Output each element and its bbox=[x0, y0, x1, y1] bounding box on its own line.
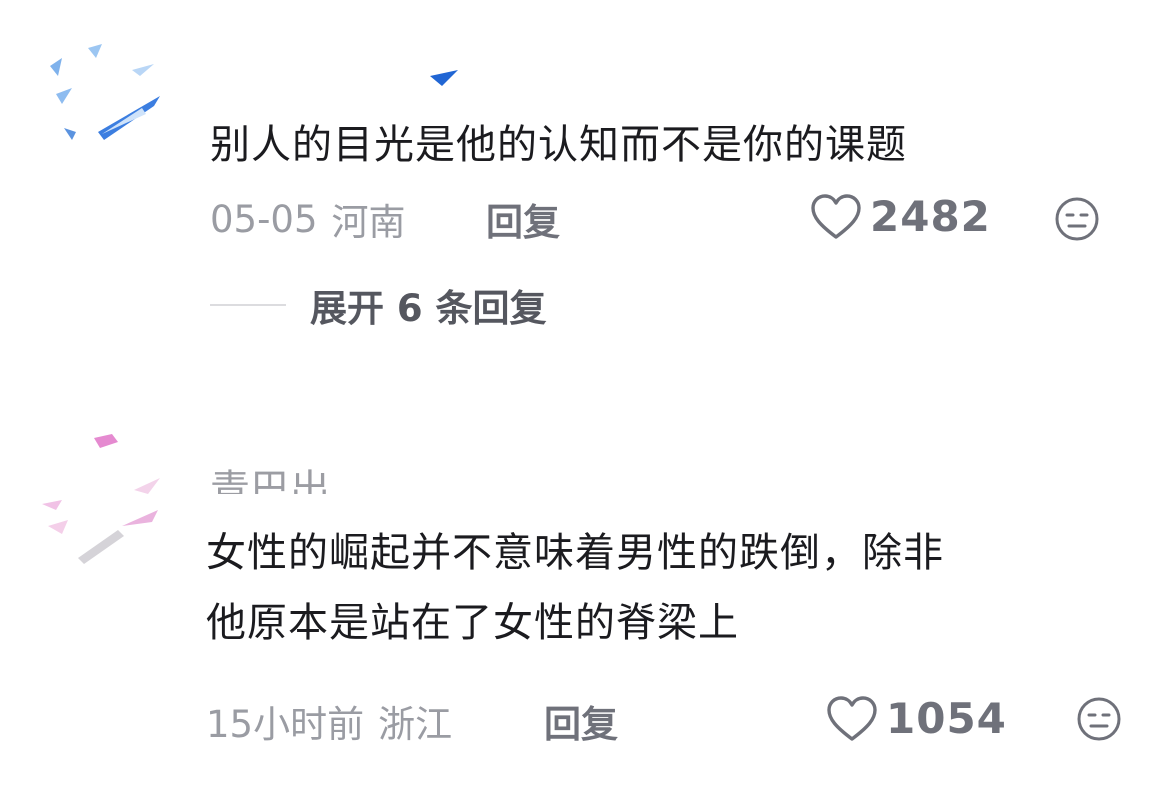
like-count: 1054 bbox=[886, 694, 1007, 743]
comment-meta: 15小时前 浙江 bbox=[206, 694, 452, 748]
comment-date: 05-05 bbox=[210, 197, 318, 241]
username[interactable]: 青巴出 bbox=[210, 468, 330, 494]
neutral-face-icon[interactable] bbox=[1054, 196, 1100, 242]
comment-meta: 05-05 河南 bbox=[210, 192, 406, 246]
expand-replies-label: 展开 6 条回复 bbox=[310, 287, 547, 330]
avatar[interactable] bbox=[38, 430, 168, 570]
expand-replies-button[interactable]: 展开 6 条回复 bbox=[210, 278, 547, 332]
heart-outline-icon bbox=[811, 193, 861, 239]
like-count: 2482 bbox=[870, 192, 991, 241]
comment-item-1: 别人的目光是他的认知而不是你的课题 05-05 河南 回复 2482 展开 6 … bbox=[0, 0, 1170, 400]
like-button[interactable]: 1054 bbox=[826, 694, 1007, 743]
comment-text: 别人的目光是他的认知而不是你的课题 bbox=[210, 122, 907, 168]
avatar-image bbox=[50, 44, 160, 140]
comment-item-2: 青巴出 女性的崛起并不意味着男性的跌倒，除非 他原本是站在了女性的脊梁上 15小… bbox=[0, 400, 1170, 786]
neutral-face-icon[interactable] bbox=[1076, 696, 1122, 742]
comment-region: 浙江 bbox=[378, 703, 453, 746]
like-button[interactable]: 2482 bbox=[810, 192, 991, 241]
avatar-image bbox=[42, 434, 160, 564]
comment-text-line-1: 女性的崛起并不意味着男性的跌倒，除非 bbox=[206, 530, 944, 576]
expand-divider bbox=[210, 304, 286, 306]
avatar[interactable] bbox=[42, 28, 162, 148]
comment-text-line-2: 他原本是站在了女性的脊梁上 bbox=[206, 600, 739, 646]
reply-button[interactable]: 回复 bbox=[486, 192, 560, 246]
heart-outline-icon bbox=[827, 695, 877, 741]
reply-button[interactable]: 回复 bbox=[544, 694, 618, 748]
comment-region: 河南 bbox=[331, 201, 406, 244]
comment-date: 15小时前 bbox=[206, 703, 365, 746]
avatar-decoration bbox=[430, 70, 458, 86]
